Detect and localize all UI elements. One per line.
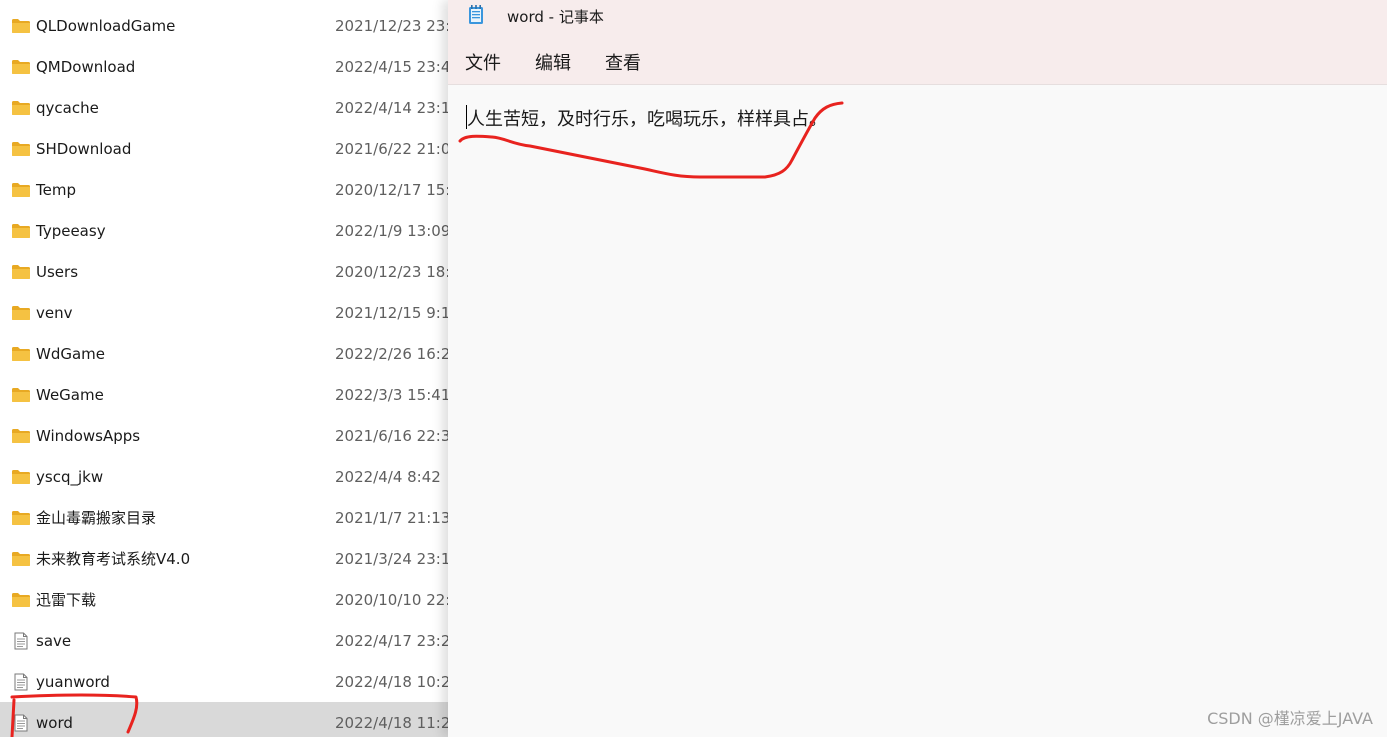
- folder-row[interactable]: Typeeasy 2022/1/9 13:09: [0, 210, 448, 251]
- folder-icon: [11, 221, 31, 241]
- file-name: Users: [36, 262, 79, 281]
- folder-row[interactable]: Temp 2020/12/17 15:: [0, 169, 448, 210]
- file-modified-date: 2022/4/15 23:4: [335, 57, 448, 76]
- notepad-app-icon: [469, 5, 483, 24]
- file-modified-date: 2020/12/23 18:: [335, 262, 448, 281]
- folder-icon: [11, 508, 31, 528]
- file-name: venv: [36, 303, 73, 322]
- folder-row[interactable]: 未来教育考试系统V4.0 2021/3/24 23:1: [0, 538, 448, 579]
- folder-row[interactable]: WindowsApps 2021/6/16 22:3: [0, 415, 448, 456]
- folder-row[interactable]: 迅雷下载 2020/10/10 22:: [0, 579, 448, 620]
- file-name: Typeeasy: [36, 221, 106, 240]
- file-modified-date: 2021/3/24 23:1: [335, 549, 448, 568]
- file-name: qycache: [36, 98, 99, 117]
- folder-icon: [11, 57, 31, 77]
- folder-icon: [11, 426, 31, 446]
- folder-icon: [11, 303, 31, 323]
- folder-row[interactable]: Users 2020/12/23 18:: [0, 251, 448, 292]
- file-name: word: [36, 713, 73, 732]
- file-name: 迅雷下载: [36, 591, 97, 609]
- file-name: save: [36, 631, 72, 650]
- file-row[interactable]: save 2022/4/17 23:2: [0, 620, 448, 661]
- file-modified-date: 2022/4/17 23:2: [335, 631, 448, 650]
- folder-row[interactable]: QMDownload 2022/4/15 23:4: [0, 46, 448, 87]
- menu-file[interactable]: 文件: [465, 49, 501, 75]
- file-name: yuanword: [36, 672, 110, 691]
- notepad-title: word - 记事本: [507, 8, 604, 26]
- file-modified-date: 2021/12/23 23:: [335, 16, 448, 35]
- folder-icon: [11, 98, 31, 118]
- folder-row[interactable]: WdGame 2022/2/26 16:2: [0, 333, 448, 374]
- file-name: 未来教育考试系统V4.0: [36, 550, 191, 568]
- menu-view[interactable]: 查看: [605, 49, 641, 75]
- folder-icon: [11, 467, 31, 487]
- notepad-window: word - 记事本 文件 编辑 查看 人生苦短，及时行乐，吃喝玩乐，样样具占。: [448, 0, 1387, 737]
- file-modified-date: 2020/10/10 22:: [335, 590, 448, 609]
- folder-icon: [11, 180, 31, 200]
- folder-row[interactable]: WeGame 2022/3/3 15:41: [0, 374, 448, 415]
- notepad-content: 人生苦短，及时行乐，吃喝玩乐，样样具占。: [467, 109, 827, 130]
- text-file-icon: [11, 631, 31, 651]
- file-name: QMDownload: [36, 57, 136, 76]
- file-name: SHDownload: [36, 139, 132, 158]
- file-row[interactable]: word 2022/4/18 11:2: [0, 702, 448, 737]
- notepad-text-area[interactable]: 人生苦短，及时行乐，吃喝玩乐，样样具占。: [448, 85, 1387, 737]
- folder-icon: [11, 16, 31, 36]
- folder-icon: [11, 590, 31, 610]
- file-modified-date: 2022/1/9 13:09: [335, 221, 448, 240]
- file-explorer-list: QLDownloadGame 2021/12/23 23: QMDownload 20…: [0, 0, 448, 737]
- file-modified-date: 2022/4/4 8:42: [335, 467, 441, 486]
- folder-icon: [11, 139, 31, 159]
- file-name: QLDownloadGame: [36, 16, 176, 35]
- file-modified-date: 2022/4/18 11:2: [335, 713, 448, 732]
- folder-row[interactable]: qycache 2022/4/14 23:1: [0, 87, 448, 128]
- file-name: 金山毒霸搬家目录: [36, 509, 157, 527]
- file-modified-date: 2021/12/15 9:1: [335, 303, 448, 322]
- file-name: WdGame: [36, 344, 106, 363]
- text-file-icon: [11, 713, 31, 733]
- folder-icon: [11, 385, 31, 405]
- file-name: WeGame: [36, 385, 104, 404]
- folder-icon: [11, 262, 31, 282]
- notepad-titlebar[interactable]: word - 记事本: [448, 0, 1387, 32]
- folder-row[interactable]: yscq_jkw 2022/4/4 8:42: [0, 456, 448, 497]
- file-modified-date: 2022/4/18 10:2: [335, 672, 448, 691]
- file-modified-date: 2021/6/16 22:3: [335, 426, 448, 445]
- folder-icon: [11, 549, 31, 569]
- text-file-icon: [11, 672, 31, 692]
- folder-row[interactable]: 金山毒霸搬家目录 2021/1/7 21:13: [0, 497, 448, 538]
- file-modified-date: 2021/6/22 21:0: [335, 139, 448, 158]
- file-modified-date: 2022/4/14 23:1: [335, 98, 448, 117]
- folder-row[interactable]: venv 2021/12/15 9:1: [0, 292, 448, 333]
- folder-icon: [11, 344, 31, 364]
- file-name: yscq_jkw: [36, 467, 104, 486]
- file-row[interactable]: yuanword 2022/4/18 10:2: [0, 661, 448, 702]
- folder-row[interactable]: SHDownload 2021/6/22 21:0: [0, 128, 448, 169]
- file-name: WindowsApps: [36, 426, 141, 445]
- file-modified-date: 2022/2/26 16:2: [335, 344, 448, 363]
- file-modified-date: 2021/1/7 21:13: [335, 508, 448, 527]
- watermark: CSDN @槿凉爱上JAVA: [1207, 709, 1373, 728]
- file-name: Temp: [36, 180, 76, 199]
- folder-row[interactable]: QLDownloadGame 2021/12/23 23:: [0, 5, 448, 46]
- file-modified-date: 2022/3/3 15:41: [335, 385, 448, 404]
- file-modified-date: 2020/12/17 15:: [335, 180, 448, 199]
- notepad-menubar: 文件 编辑 查看: [448, 32, 1387, 85]
- menu-edit[interactable]: 编辑: [535, 49, 571, 75]
